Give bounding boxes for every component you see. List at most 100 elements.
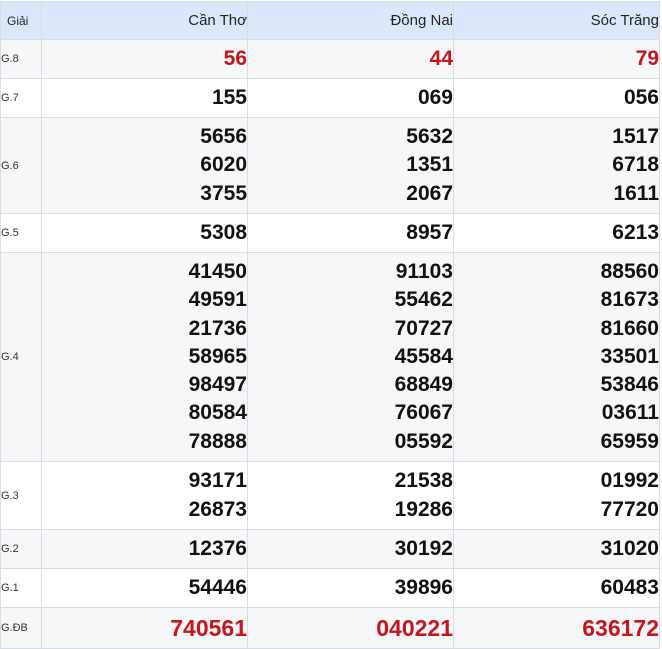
prize-cell: 91103 55462 70727 45584 68849 76067 05592 <box>247 252 454 462</box>
prize-cell: 30192 <box>247 529 454 569</box>
prize-cell: 056 <box>453 78 660 118</box>
prize-label: G.2 <box>0 529 42 569</box>
prize-number: 21538 <box>394 469 453 493</box>
results-body: G.8 56 44 79 G.7 155 069 056 G.6 5656 6020 3755 5632… <box>0 39 660 649</box>
prize-column-header: Giải <box>0 1 42 40</box>
prize-cell: 12376 <box>41 529 248 569</box>
prize-number: 60483 <box>600 575 659 599</box>
prize-label: G.8 <box>0 39 42 79</box>
prize-number: 069 <box>417 85 453 109</box>
prize-number: 70727 <box>394 316 453 340</box>
prize-number: 54446 <box>188 575 247 599</box>
prize-row: G.ĐB 740561 040221 636172 <box>0 607 660 649</box>
prize-number: 88560 <box>600 259 659 283</box>
prize-number: 2067 <box>406 181 453 205</box>
prize-number: 65959 <box>600 429 659 453</box>
prize-cell: 155 <box>41 78 248 118</box>
province-header: Đồng Nai <box>247 1 454 40</box>
prize-number: 740561 <box>170 614 247 641</box>
prize-cell: 1517 6718 1611 <box>453 117 660 214</box>
prize-cell: 44 <box>247 39 454 79</box>
prize-row: G.5 5308 8957 6213 <box>0 213 660 253</box>
prize-number: 58965 <box>188 344 247 368</box>
prize-number: 78888 <box>188 429 247 453</box>
prize-number: 6213 <box>612 220 659 244</box>
prize-row: G.2 12376 30192 31020 <box>0 529 660 569</box>
prize-number: 155 <box>211 85 247 109</box>
prize-number: 81673 <box>600 288 659 312</box>
prize-cell: 79 <box>453 39 660 79</box>
prize-number: 636172 <box>582 614 659 641</box>
prize-number: 19286 <box>394 497 453 521</box>
prize-number: 39896 <box>394 575 453 599</box>
prize-label: G.7 <box>0 78 42 118</box>
prize-cell: 60483 <box>453 568 660 608</box>
prize-label: G.4 <box>0 252 42 462</box>
prize-number: 93171 <box>188 469 247 493</box>
prize-number: 03611 <box>601 401 659 425</box>
prize-number: 80584 <box>188 401 247 425</box>
prize-label: G.6 <box>0 117 42 214</box>
prize-number: 01992 <box>600 469 659 493</box>
province-header: Sóc Trăng <box>453 1 660 40</box>
prize-cell: 41450 49591 21736 58965 98497 80584 78888 <box>41 252 248 462</box>
prize-cell: 01992 77720 <box>453 461 660 530</box>
prize-label: G.1 <box>0 568 42 608</box>
prize-number: 56 <box>223 46 247 70</box>
prize-cell: 636172 <box>453 607 660 649</box>
prize-cell: 31020 <box>453 529 660 569</box>
prize-row: G.6 5656 6020 3755 5632 1351 2067 1517 6718 1611 <box>0 117 660 214</box>
province-header: Cần Thơ <box>41 1 248 40</box>
prize-cell: 8957 <box>247 213 454 253</box>
prize-number: 3755 <box>200 181 247 205</box>
prize-cell: 21538 19286 <box>247 461 454 530</box>
prize-number: 8957 <box>406 220 453 244</box>
prize-row: G.4 41450 49591 21736 58965 98497 80584 78888 91… <box>0 252 660 462</box>
prize-number: 79 <box>635 46 659 70</box>
prize-number: 91103 <box>395 259 453 283</box>
prize-cell: 88560 81673 81660 33501 53846 03611 65959 <box>453 252 660 462</box>
prize-number: 30192 <box>394 536 453 560</box>
prize-number: 53846 <box>600 373 659 397</box>
prize-number: 056 <box>623 85 659 109</box>
prize-row: G.8 56 44 79 <box>0 39 660 79</box>
prize-number: 41450 <box>188 259 247 283</box>
prize-cell: 54446 <box>41 568 248 608</box>
prize-row: G.3 93171 26873 21538 19286 01992 77720 <box>0 461 660 530</box>
prize-cell: 740561 <box>41 607 248 649</box>
prize-number: 6020 <box>200 153 247 177</box>
prize-number: 45584 <box>394 344 453 368</box>
prize-number: 05592 <box>394 429 453 453</box>
prize-number: 5656 <box>200 125 247 149</box>
prize-number: 5632 <box>406 125 453 149</box>
prize-number: 21736 <box>188 316 247 340</box>
prize-number: 31020 <box>600 536 659 560</box>
prize-cell: 5632 1351 2067 <box>247 117 454 214</box>
prize-number: 12376 <box>188 536 247 560</box>
prize-cell: 5656 6020 3755 <box>41 117 248 214</box>
prize-row: G.7 155 069 056 <box>0 78 660 118</box>
prize-number: 98497 <box>188 373 247 397</box>
prize-cell: 39896 <box>247 568 454 608</box>
prize-number: 1351 <box>406 153 453 177</box>
prize-number: 49591 <box>188 288 247 312</box>
prize-number: 44 <box>429 46 453 70</box>
prize-cell: 6213 <box>453 213 660 253</box>
prize-number: 1611 <box>613 181 659 205</box>
prize-number: 55462 <box>394 288 453 312</box>
prize-label: G.3 <box>0 461 42 530</box>
prize-cell: 5308 <box>41 213 248 253</box>
lottery-results-table: Giải Cần Thơ Đồng Nai Sóc Trăng G.8 56 44 7… <box>0 1 660 649</box>
prize-label: G.5 <box>0 213 42 253</box>
prize-number: 040221 <box>376 614 453 641</box>
prize-number: 77720 <box>600 497 659 521</box>
prize-number: 26873 <box>188 497 247 521</box>
prize-number: 6718 <box>612 153 659 177</box>
prize-number: 33501 <box>600 344 659 368</box>
prize-cell: 040221 <box>247 607 454 649</box>
prize-cell: 93171 26873 <box>41 461 248 530</box>
prize-row: G.1 54446 39896 60483 <box>0 568 660 608</box>
prize-cell: 56 <box>41 39 248 79</box>
prize-number: 76067 <box>394 401 453 425</box>
prize-number: 5308 <box>200 220 247 244</box>
